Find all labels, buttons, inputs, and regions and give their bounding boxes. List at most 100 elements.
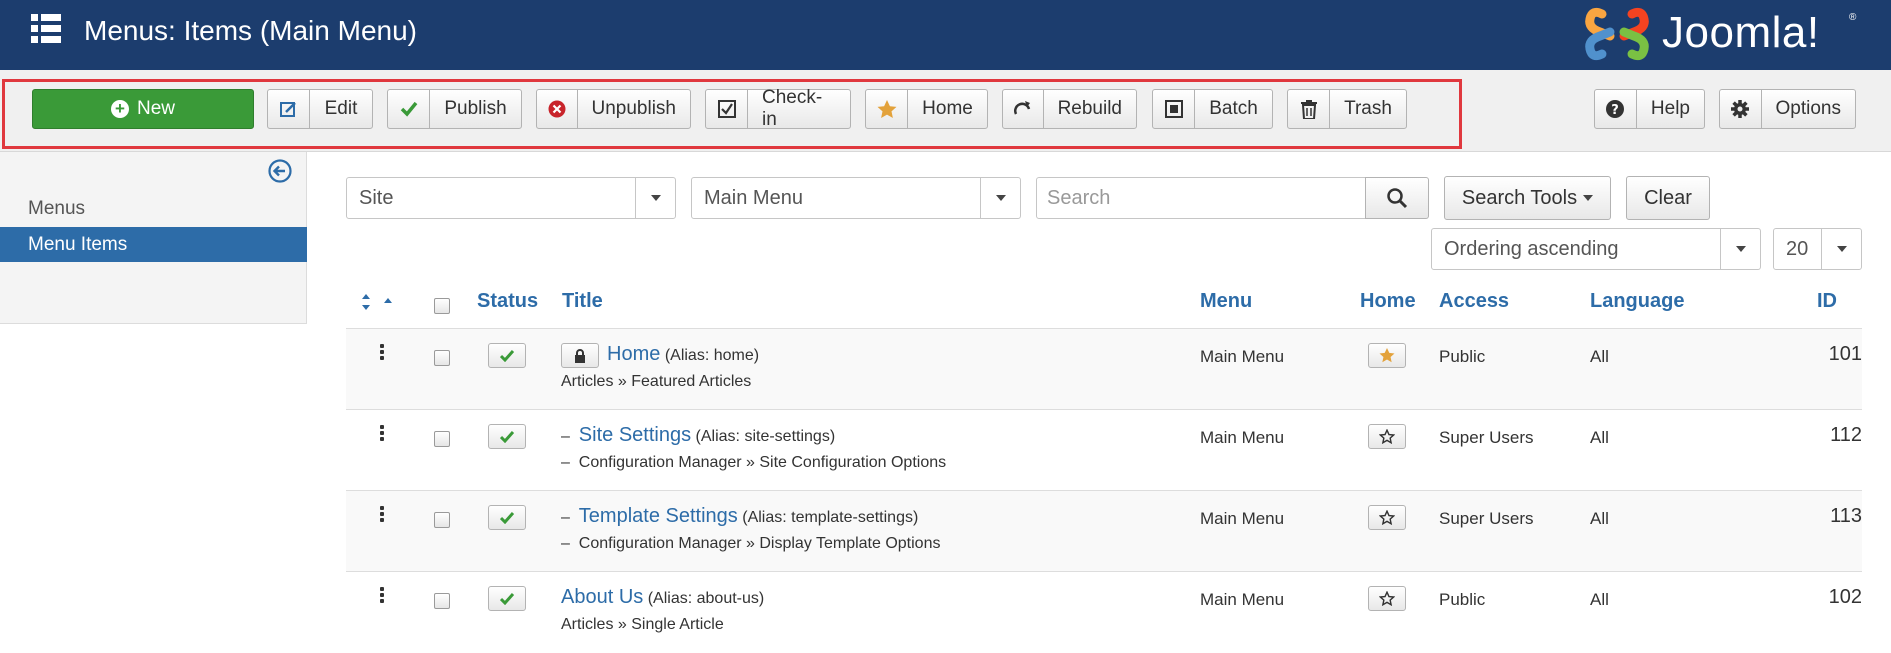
table-row: Home (Alias: home) Articles » Featured A… xyxy=(346,329,1862,410)
rebuild-button[interactable]: Rebuild xyxy=(1002,89,1137,129)
column-header-access[interactable]: Access xyxy=(1439,290,1509,313)
set-home-button[interactable] xyxy=(1368,505,1406,530)
item-title-link[interactable]: Template Settings xyxy=(579,505,738,527)
access-cell: Public xyxy=(1439,590,1486,609)
access-cell: Super Users xyxy=(1439,509,1534,528)
sidebar-item-menus[interactable]: Menus xyxy=(0,191,307,226)
chevron-down-icon xyxy=(1720,229,1760,269)
status-published-button[interactable] xyxy=(488,505,526,530)
options-button[interactable]: Options xyxy=(1719,89,1856,129)
search-tools-button[interactable]: Search Tools xyxy=(1444,176,1611,220)
search-input[interactable]: Search xyxy=(1036,177,1366,219)
joomla-logo-text: Joomla! xyxy=(1662,8,1820,57)
checkmark-icon xyxy=(500,592,514,605)
svg-text:?: ? xyxy=(1612,103,1620,118)
item-link-type: Configuration Manager » Site Configurati… xyxy=(578,454,947,471)
page-title: Menus: Items (Main Menu) xyxy=(84,15,417,46)
menu-select[interactable]: Main Menu xyxy=(691,177,1021,219)
lock-icon xyxy=(575,348,585,363)
publish-button[interactable]: Publish xyxy=(387,89,522,129)
question-circle-icon: ? xyxy=(1595,90,1637,128)
column-header-status[interactable]: Status xyxy=(477,290,538,313)
language-cell: All xyxy=(1590,347,1609,366)
menu-cell: Main Menu xyxy=(1200,347,1285,366)
checkmark-icon xyxy=(500,430,514,443)
item-link-type: Articles » Single Article xyxy=(561,616,724,633)
header-bar: Menus: Items (Main Menu) Joomla! ® xyxy=(0,0,1891,70)
select-all-checkbox[interactable] xyxy=(434,298,450,314)
row-checkbox[interactable] xyxy=(434,350,450,366)
search-button[interactable] xyxy=(1365,177,1429,219)
drag-handle-icon[interactable] xyxy=(380,587,384,603)
status-published-button[interactable] xyxy=(488,586,526,611)
level-prefix: – xyxy=(561,454,570,471)
help-button[interactable]: ? Help xyxy=(1594,89,1705,129)
status-published-button[interactable] xyxy=(488,343,526,368)
row-checkbox[interactable] xyxy=(434,593,450,609)
item-title-link[interactable]: About Us xyxy=(561,586,643,608)
trash-button[interactable]: Trash xyxy=(1287,89,1407,129)
language-cell: All xyxy=(1590,428,1609,447)
access-cell: Public xyxy=(1439,347,1486,366)
home-button[interactable]: Home xyxy=(865,89,988,129)
plus-circle-icon: + xyxy=(110,100,129,118)
chevron-down-icon xyxy=(980,178,1020,218)
set-home-button[interactable] xyxy=(1368,586,1406,611)
sidebar-item-menu-items[interactable]: Menu Items xyxy=(0,227,307,262)
checkmark-icon xyxy=(500,511,514,524)
table-row: About Us (Alias: about-us) Articles » Si… xyxy=(346,572,1862,653)
limit-select[interactable]: 20 xyxy=(1773,228,1862,270)
drag-handle-icon[interactable] xyxy=(380,425,384,441)
id-cell: 112 xyxy=(1830,424,1862,446)
star-outline-icon xyxy=(1379,591,1395,606)
batch-square-icon xyxy=(1153,90,1195,128)
new-button[interactable]: + New xyxy=(32,89,254,129)
chevron-down-icon xyxy=(635,178,675,218)
drag-handle-icon[interactable] xyxy=(380,344,384,360)
item-alias: (Alias: about-us) xyxy=(647,590,765,607)
access-cell: Super Users xyxy=(1439,428,1534,447)
ordering-select[interactable]: Ordering ascending xyxy=(1431,228,1761,270)
column-header-menu[interactable]: Menu xyxy=(1200,290,1252,313)
star-icon xyxy=(866,90,908,128)
batch-button[interactable]: Batch xyxy=(1152,89,1273,129)
table-row: – Site Settings (Alias: site-settings) –… xyxy=(346,410,1862,491)
item-title-link[interactable]: Home xyxy=(607,343,660,365)
item-alias: (Alias: home) xyxy=(664,347,760,364)
edit-button[interactable]: Edit xyxy=(267,89,373,129)
sort-ordering-icon[interactable] xyxy=(362,293,392,311)
checkmark-icon xyxy=(388,90,430,128)
unpublish-button[interactable]: Unpublish xyxy=(536,89,691,129)
row-checkbox[interactable] xyxy=(434,431,450,447)
column-header-title[interactable]: Title xyxy=(562,290,603,313)
chevron-down-icon xyxy=(1821,229,1861,269)
item-link-type: Articles » Featured Articles xyxy=(561,373,752,390)
star-outline-icon xyxy=(1379,429,1395,444)
menu-grid-icon[interactable] xyxy=(31,14,61,44)
star-filled-icon xyxy=(1379,348,1395,363)
checkin-button[interactable]: Check-in xyxy=(705,87,851,130)
client-select[interactable]: Site xyxy=(346,177,676,219)
menu-cell: Main Menu xyxy=(1200,509,1285,528)
level-prefix: – xyxy=(561,535,570,552)
column-header-home[interactable]: Home xyxy=(1360,290,1416,313)
status-published-button[interactable] xyxy=(488,424,526,449)
refresh-icon xyxy=(1003,90,1044,128)
table-row: – Template Settings (Alias: template-set… xyxy=(346,491,1862,572)
registered-mark: ® xyxy=(1849,12,1857,23)
language-cell: All xyxy=(1590,590,1609,609)
column-header-language[interactable]: Language xyxy=(1590,290,1684,313)
collapse-sidebar-icon[interactable] xyxy=(268,159,292,183)
checkmark-icon xyxy=(500,349,514,362)
clear-button[interactable]: Clear xyxy=(1626,176,1710,220)
row-checkbox[interactable] xyxy=(434,512,450,528)
id-cell: 102 xyxy=(1828,586,1862,608)
set-home-button[interactable] xyxy=(1368,424,1406,449)
level-prefix: – xyxy=(561,509,570,526)
drag-handle-icon[interactable] xyxy=(380,506,384,522)
checked-out-lock-button[interactable] xyxy=(561,343,599,368)
item-title-link[interactable]: Site Settings xyxy=(579,424,691,446)
column-header-id[interactable]: ID xyxy=(1817,290,1837,313)
joomla-logo-icon xyxy=(1585,7,1649,61)
default-home-button[interactable] xyxy=(1368,343,1406,368)
